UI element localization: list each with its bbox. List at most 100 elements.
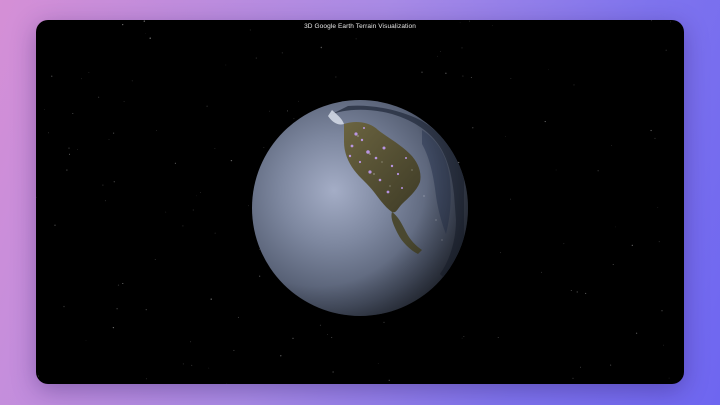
star	[663, 344, 664, 346]
star	[461, 337, 463, 339]
star	[541, 271, 542, 273]
star	[580, 366, 581, 368]
star	[190, 341, 192, 343]
star	[108, 139, 110, 140]
star	[66, 169, 68, 171]
star	[51, 75, 53, 77]
star	[112, 326, 115, 329]
star	[445, 72, 447, 74]
star	[81, 78, 83, 80]
star	[470, 76, 472, 79]
star	[355, 38, 357, 40]
star	[462, 75, 464, 77]
star	[332, 371, 334, 373]
star	[576, 291, 578, 293]
star	[117, 284, 120, 286]
star	[230, 159, 233, 162]
star	[104, 200, 106, 202]
star	[631, 244, 633, 247]
star	[144, 33, 146, 34]
star	[421, 71, 423, 73]
star	[113, 181, 115, 183]
star	[226, 383, 228, 384]
star	[192, 209, 194, 211]
star	[439, 50, 441, 52]
star	[505, 136, 507, 137]
star	[377, 362, 379, 364]
star	[237, 316, 239, 318]
star	[658, 241, 660, 243]
star	[44, 108, 46, 110]
star	[615, 226, 616, 228]
star	[665, 49, 667, 51]
star	[196, 195, 198, 197]
star	[208, 367, 210, 369]
star	[668, 377, 670, 379]
star	[469, 20, 470, 22]
star	[47, 132, 50, 134]
star	[145, 309, 147, 311]
star	[319, 324, 321, 326]
star	[510, 77, 512, 79]
star	[182, 363, 184, 365]
star	[145, 378, 147, 380]
star	[670, 21, 671, 23]
star	[654, 137, 656, 139]
star	[214, 232, 216, 234]
star	[131, 80, 133, 82]
star	[610, 364, 612, 366]
star	[97, 96, 100, 98]
star	[437, 55, 438, 57]
star	[335, 76, 337, 78]
star	[500, 252, 502, 254]
star	[69, 153, 70, 155]
star	[585, 292, 587, 294]
star	[165, 211, 167, 213]
star	[72, 113, 74, 114]
star	[472, 127, 474, 129]
star	[572, 377, 574, 379]
star	[597, 170, 599, 172]
star	[154, 259, 156, 260]
star	[149, 37, 151, 39]
star	[383, 321, 385, 324]
earth-globe[interactable]	[252, 100, 468, 316]
star	[206, 105, 208, 107]
star	[280, 355, 282, 357]
star	[492, 24, 493, 26]
star	[113, 132, 115, 134]
star	[143, 20, 145, 22]
star	[573, 84, 575, 86]
star	[68, 147, 70, 149]
star	[249, 29, 251, 31]
star	[123, 101, 125, 102]
star	[570, 289, 572, 292]
star	[77, 149, 78, 150]
star	[210, 298, 212, 300]
star	[463, 336, 465, 337]
star	[255, 57, 257, 59]
star	[657, 206, 659, 208]
star	[292, 337, 294, 339]
star	[497, 336, 499, 338]
star	[650, 129, 652, 132]
star	[182, 225, 184, 227]
star	[661, 310, 663, 312]
star	[459, 22, 461, 24]
star	[214, 147, 216, 149]
star	[636, 332, 638, 334]
star	[281, 52, 283, 54]
star	[563, 243, 565, 245]
star	[611, 145, 612, 146]
visualization-window: 3D Google Earth Terrain Visualization	[36, 20, 684, 384]
star	[320, 46, 322, 49]
star	[331, 336, 333, 339]
star	[37, 375, 39, 377]
star	[510, 198, 511, 200]
star	[248, 205, 249, 207]
star	[102, 184, 104, 186]
star	[156, 130, 158, 132]
star	[88, 72, 90, 73]
star	[555, 169, 557, 171]
star	[461, 47, 463, 49]
